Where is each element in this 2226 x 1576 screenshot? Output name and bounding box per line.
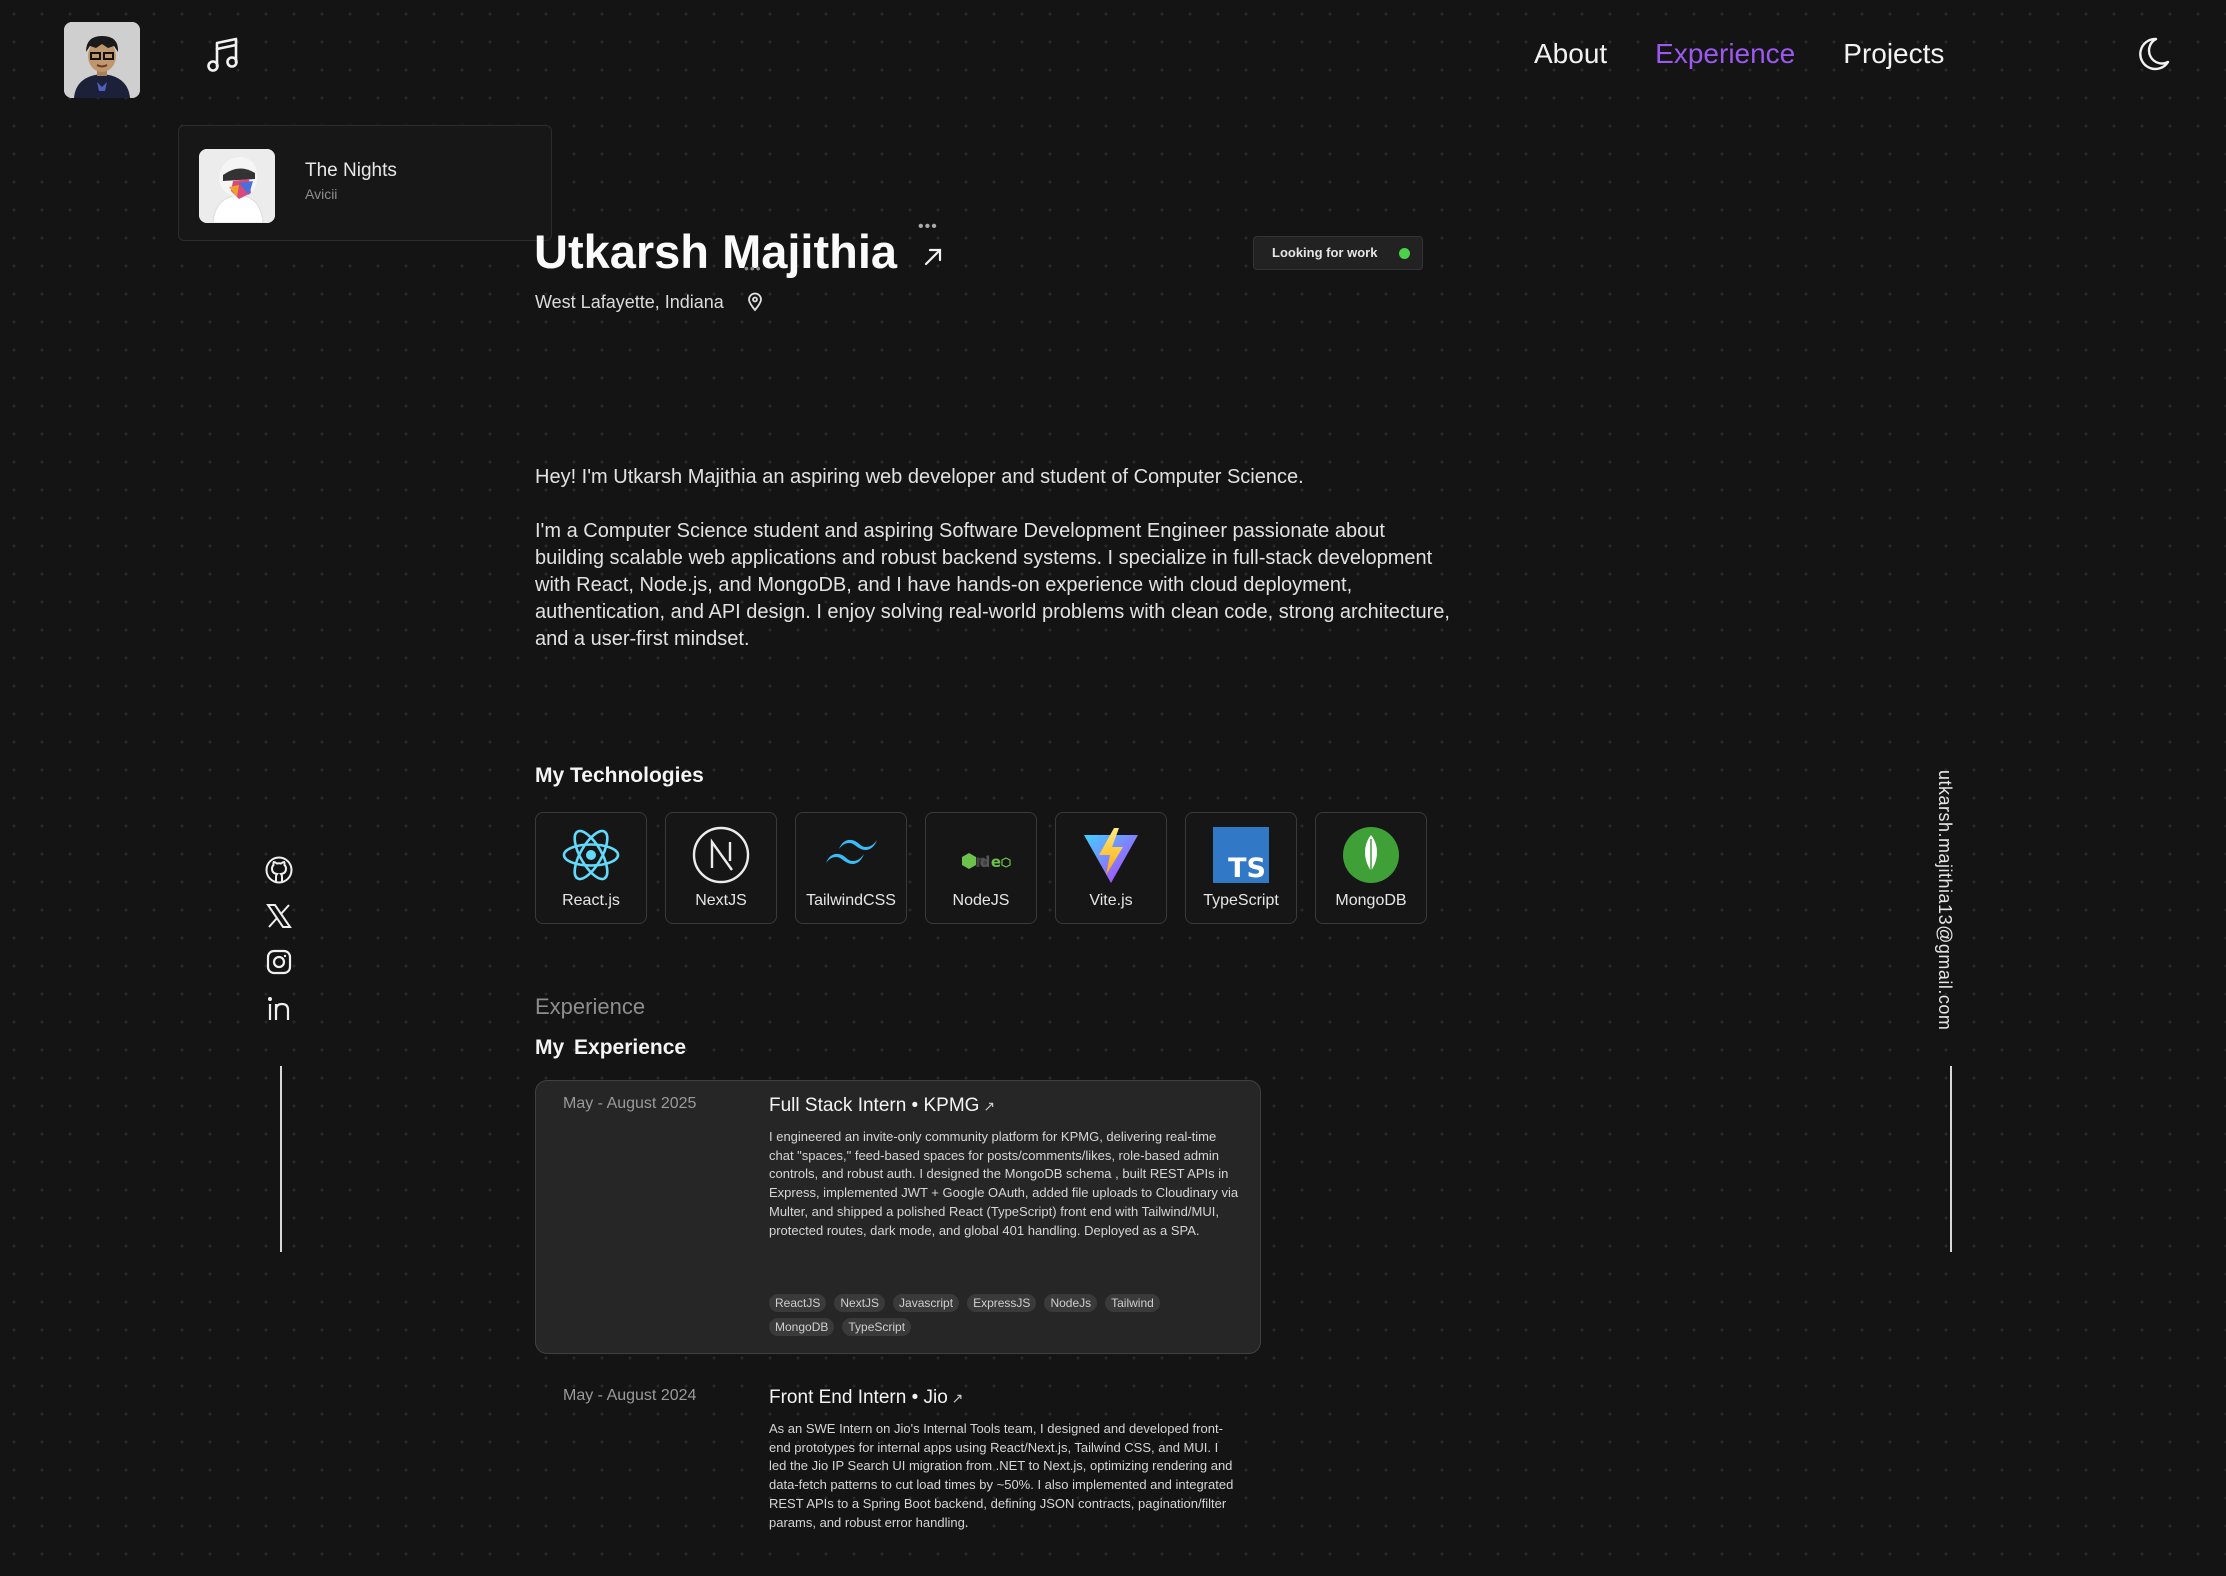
tech-tag: NodeJs	[1044, 1294, 1098, 1312]
tech-label: NextJS	[695, 892, 747, 909]
divider-line	[1950, 1066, 1952, 1252]
instagram-icon[interactable]	[264, 947, 294, 977]
nodejs-icon: n d e	[951, 825, 1011, 885]
tech-card-tailwind[interactable]: TailwindCSS	[795, 812, 907, 924]
tech-label: TypeScript	[1203, 892, 1279, 909]
tech-tag: Javascript	[893, 1294, 960, 1312]
nav-experience[interactable]: Experience	[1655, 38, 1795, 70]
status-badge: Looking for work	[1253, 236, 1423, 270]
now-playing-card[interactable]: The Nights Avicii	[178, 125, 552, 241]
svg-text:TS: TS	[1228, 853, 1266, 884]
experience-title[interactable]: Front End Intern • Jio ↗	[769, 1387, 963, 1409]
tech-label: TailwindCSS	[806, 892, 896, 909]
tech-card-react[interactable]: React.js	[535, 812, 647, 924]
email-link[interactable]: utkarsh.majithia13@gmail.com	[1934, 770, 1955, 1030]
x-icon[interactable]	[264, 901, 294, 931]
track-title: The Nights	[305, 160, 397, 181]
status-label: Looking for work	[1272, 245, 1378, 260]
typescript-icon: TS	[1211, 825, 1271, 885]
page-title[interactable]: Utkarsh Majithia	[534, 224, 897, 279]
more-dots: •••	[744, 260, 762, 276]
tech-tag: ReactJS	[769, 1294, 827, 1312]
nextjs-icon	[691, 825, 751, 885]
map-pin-icon	[746, 292, 764, 312]
tech-tag: MongoDB	[769, 1318, 835, 1336]
technologies-heading: My Technologies	[535, 764, 704, 787]
tag-list: ReactJS NextJS Javascript ExpressJS Node…	[769, 1294, 1169, 1336]
experience-entry[interactable]: May - August 2024 Front End Intern • Jio…	[535, 1373, 1259, 1573]
avatar[interactable]	[64, 22, 140, 98]
main-nav: About Experience Projects	[1534, 38, 1944, 70]
experience-title-text: Front End Intern • Jio	[769, 1387, 948, 1408]
tech-card-mongodb[interactable]: MongoDB	[1315, 812, 1427, 924]
tech-label: Vite.js	[1089, 892, 1133, 909]
track-artist: Avicii	[305, 186, 338, 202]
svg-text:d: d	[980, 853, 991, 871]
tech-label: MongoDB	[1335, 892, 1407, 909]
about-text: I'm a Computer Science student and aspir…	[535, 520, 1450, 650]
location-text: West Lafayette, Indiana	[535, 292, 724, 312]
experience-date: May - August 2024	[563, 1387, 697, 1404]
nav-about[interactable]: About	[1534, 38, 1607, 70]
status-indicator	[1399, 248, 1410, 259]
tech-label: React.js	[562, 892, 620, 909]
tech-tag: NextJS	[834, 1294, 886, 1312]
external-link-icon[interactable]	[922, 246, 944, 268]
svg-text:e: e	[991, 853, 1001, 871]
tech-label: NodeJS	[952, 892, 1010, 909]
experience-title[interactable]: Full Stack Intern • KPMG ↗	[769, 1095, 995, 1117]
tech-card-nodejs[interactable]: n d e NodeJS	[925, 812, 1037, 924]
tech-card-vite[interactable]: Vite.js	[1055, 812, 1167, 924]
tech-tag: TypeScript	[842, 1318, 912, 1336]
music-note-icon[interactable]	[206, 36, 240, 74]
mongodb-icon	[1341, 825, 1401, 885]
tailwind-icon	[821, 825, 881, 885]
tech-card-typescript[interactable]: TS TypeScript	[1185, 812, 1297, 924]
more-dots: •••	[918, 218, 938, 235]
album-art	[199, 149, 275, 223]
react-icon	[561, 825, 621, 885]
experience-card[interactable]: May - August 2025 Full Stack Intern • KP…	[535, 1080, 1261, 1354]
intro-text: Hey! I'm Utkarsh Majithia an aspiring we…	[535, 466, 1304, 488]
linkedin-icon[interactable]	[264, 994, 294, 1024]
experience-kicker: Experience	[535, 994, 646, 1019]
experience-date: May - August 2025	[563, 1095, 697, 1112]
experience-description: I engineered an invite-only community pl…	[769, 1129, 1239, 1238]
tech-tag: Tailwind	[1105, 1294, 1160, 1312]
tech-card-nextjs[interactable]: NextJS	[665, 812, 777, 924]
technologies-list: React.js NextJS TailwindCSS n d e NodeJS…	[535, 812, 1427, 924]
tech-tag: ExpressJS	[967, 1294, 1037, 1312]
nav-projects[interactable]: Projects	[1843, 38, 1944, 70]
moon-icon[interactable]	[2136, 36, 2170, 72]
divider-line	[280, 1066, 282, 1252]
experience-title-text: Full Stack Intern • KPMG	[769, 1095, 980, 1116]
experience-description: As an SWE Intern on Jio's Internal Tools…	[769, 1421, 1234, 1530]
external-link-icon: ↗	[947, 1390, 964, 1406]
experience-heading: My Experience	[535, 1036, 687, 1059]
vite-icon	[1081, 825, 1141, 885]
github-icon[interactable]	[264, 855, 294, 885]
external-link-icon: ↗	[979, 1098, 996, 1114]
